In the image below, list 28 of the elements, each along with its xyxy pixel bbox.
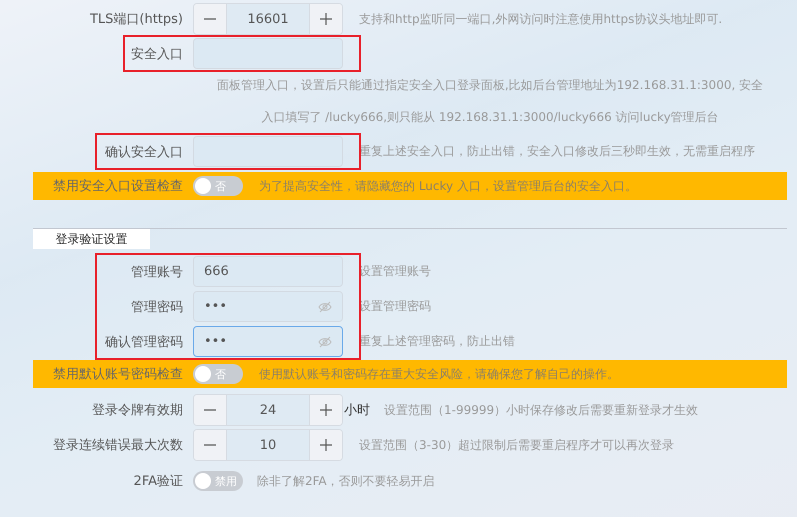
field-label: 禁用默认账号密码检查 — [52, 366, 184, 383]
eye-off-icon[interactable] — [318, 300, 332, 312]
help-text: 支持和http监听同一端口,外网访问时注意使用https协议头地址即可. — [359, 10, 722, 28]
input-field[interactable] — [193, 38, 343, 69]
help-text: 除非了解2FA，否则不要轻易开启 — [257, 472, 435, 490]
password-field[interactable]: ••• — [193, 326, 343, 357]
field-label: 确认管理密码 — [104, 334, 184, 350]
help-text: 面板管理入口，设置后只能通过指定安全入口登录面板,比如后台管理地址为192.168.31.1:3000, 安全 — [216, 77, 764, 94]
eye-off-icon[interactable] — [318, 336, 332, 348]
field-label: 管理密码 — [130, 298, 184, 316]
input-field[interactable]: 666 — [193, 256, 343, 287]
section-title: 登录验证设置 — [33, 229, 150, 249]
help-text: 设置范围（1-99999）小时保存修改后需要重新登录才生效 — [384, 402, 698, 418]
field-label: TLS端口(https) — [88, 11, 184, 28]
help-text: 使用默认账号和密码存在重大安全风险，请确保您了解自己的操作。 — [259, 366, 619, 382]
field-label: 确认安全入口 — [104, 144, 184, 160]
field-label: 2FA验证 — [132, 473, 184, 490]
help-text: 为了提高安全性，请隐藏您的 Lucky 入口，设置管理后台的安全入口。 — [259, 178, 637, 194]
field-label: 管理账号 — [130, 264, 184, 280]
field-label: 禁用安全入口设置检查 — [52, 178, 184, 195]
password-field[interactable]: ••• — [193, 291, 343, 322]
help-text: 入口填写了 /lucky666,则只能从 192.168.31.1:3000/lucky666 访问lucky管理后台 — [261, 109, 719, 126]
input-field[interactable] — [193, 136, 343, 167]
field-label: 登录令牌有效期 — [91, 402, 184, 419]
field-label: 登录连续错误最大次数 — [52, 437, 184, 454]
help-text: 设置范围（3-30）超过限制后需要重启程序才可以再次登录 — [359, 436, 674, 454]
unit-label: 小时 — [344, 402, 370, 419]
field-label: 安全入口 — [130, 46, 184, 62]
